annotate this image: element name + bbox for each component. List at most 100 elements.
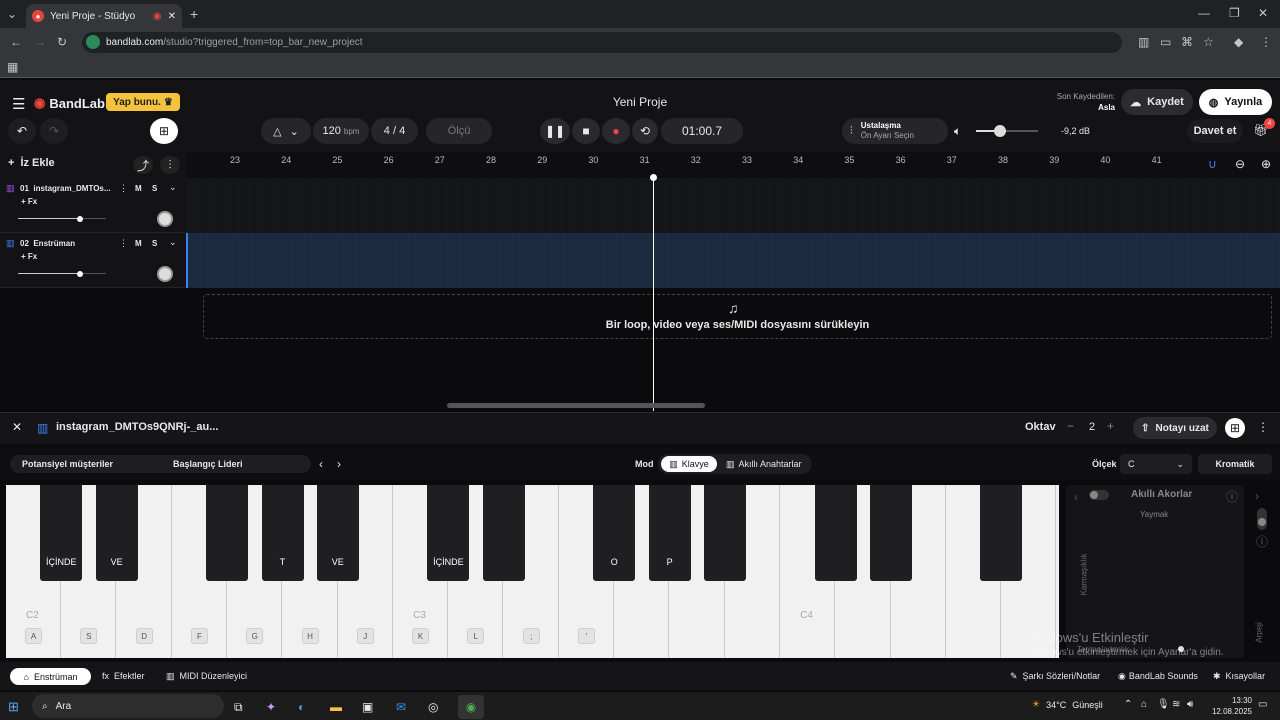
address-bar[interactable]: bandlab.com/studio?triggered_from=top_ba… — [82, 32, 1122, 53]
piano-black-key[interactable]: P — [648, 485, 691, 581]
editor-more-icon[interactable]: ⋮ — [1257, 420, 1269, 434]
minimize-icon[interactable]: — — [1198, 6, 1210, 20]
track-name[interactable]: 01 instagram_DMTOs... — [20, 184, 111, 193]
info-icon[interactable]: ⓘ — [1226, 488, 1238, 505]
arpeggio-toggle[interactable] — [1257, 508, 1267, 530]
windows-start-icon[interactable]: ⊞ — [8, 699, 19, 715]
stop-icon[interactable]: ■ — [572, 118, 600, 144]
preset-next-icon[interactable]: › — [337, 457, 341, 471]
fx-button[interactable]: + Fx — [21, 197, 37, 206]
taskbar-search[interactable]: ⌕ Ara — [32, 694, 224, 718]
volume-tray-icon[interactable]: 🔊︎ — [1187, 699, 1193, 710]
apps-grid-icon[interactable]: ▦ — [7, 60, 18, 74]
restore-icon[interactable]: ❐ — [1229, 6, 1240, 20]
track-name[interactable]: 02 Enstrüman — [20, 239, 75, 248]
volume-slider[interactable] — [976, 130, 1038, 132]
track-menu-icon[interactable]: ⋮ — [119, 183, 128, 194]
invite-button[interactable]: Davet et — [1187, 119, 1243, 143]
bpm-field[interactable]: 120 bpm — [313, 118, 369, 144]
piano-black-key[interactable]: VE — [316, 485, 359, 581]
track-menu-icon[interactable]: ⋮ — [119, 238, 128, 249]
fx-button[interactable]: + Fx — [21, 252, 37, 261]
scale-key-select[interactable]: C ⌄ — [1120, 454, 1192, 474]
app-icon[interactable]: ◎ — [428, 700, 438, 714]
piano-black-key[interactable] — [206, 485, 249, 581]
piano-black-key[interactable]: İÇİNDE — [40, 485, 83, 581]
mute-button[interactable]: M — [135, 184, 142, 193]
mixer-icon[interactable]: ⫶ — [160, 156, 180, 174]
playhead[interactable] — [653, 176, 654, 411]
piano-black-key[interactable]: VE — [95, 485, 138, 581]
arpeggio-next-icon[interactable]: › — [1255, 489, 1259, 503]
piano-black-key[interactable] — [869, 485, 912, 581]
chevron-down-icon[interactable]: ⌄ — [169, 237, 177, 248]
track-header[interactable]: ▥ 01 instagram_DMTOs... ⋮ M S ⌄ + Fx — [0, 178, 186, 233]
solo-button[interactable]: S — [152, 239, 157, 248]
tab-effects[interactable]: fx Efektler — [102, 671, 145, 681]
hamburger-menu-icon[interactable]: ☰ — [12, 95, 25, 113]
track-volume-knob[interactable] — [76, 271, 83, 277]
volume-knob[interactable] — [993, 125, 1006, 137]
piano-black-key[interactable] — [980, 485, 1023, 581]
track-lane-1[interactable] — [186, 178, 1280, 233]
edge-icon[interactable]: ◐ — [298, 700, 305, 714]
microphone-icon[interactable]: 🎙︎ — [1157, 699, 1170, 710]
redo-icon[interactable]: ↷ — [40, 118, 68, 144]
weather-widget[interactable]: ☀ 34°C Güneşli — [1032, 699, 1103, 710]
piano-black-key[interactable]: T — [261, 485, 304, 581]
promo-button[interactable]: Yap bunu. ♛ — [106, 93, 180, 111]
timeline-ruler[interactable] — [186, 152, 1280, 178]
piano-black-key[interactable] — [703, 485, 746, 581]
chrome-icon[interactable]: ◉ — [458, 695, 484, 719]
chords-back-icon[interactable]: ‹ — [1074, 490, 1078, 504]
window-close-icon[interactable]: ✕ — [1258, 6, 1268, 20]
metronome-button[interactable]: △ ⌄ — [261, 118, 311, 144]
sustain-button[interactable]: ⇧ Notayı uzat — [1133, 417, 1217, 439]
pause-icon[interactable]: ❚❚ — [540, 118, 570, 144]
wifi-icon[interactable]: ≋ — [1172, 699, 1180, 710]
bandlab-sounds-button[interactable]: ◉ BandLab Sounds — [1118, 671, 1198, 682]
zoom-out-icon[interactable]: ⊖ — [1235, 157, 1245, 171]
pan-knob[interactable] — [157, 211, 173, 227]
new-tab-icon[interactable]: + — [190, 6, 198, 22]
loop-icon[interactable]: ⟲ — [632, 118, 658, 144]
outlook-icon[interactable]: ✉ — [396, 700, 406, 714]
copilot-icon[interactable]: ✦ — [266, 700, 276, 714]
snap-magnet-icon[interactable]: ∪ — [1208, 157, 1217, 171]
piano-black-key[interactable] — [482, 485, 525, 581]
tray-chevron-icon[interactable]: ⌃ — [1124, 699, 1132, 710]
reader-icon[interactable]: ▥ — [1138, 35, 1149, 49]
file-explorer-icon[interactable]: ▬ — [330, 700, 342, 714]
preset-prev-icon[interactable]: ‹ — [319, 457, 323, 471]
translate-icon[interactable]: ⌘ — [1181, 35, 1193, 49]
speaker-icon[interactable]: 🔈︎ — [954, 124, 961, 139]
profile-icon[interactable]: ◆ — [1234, 35, 1243, 49]
menu-kebab-icon[interactable]: ⋮ — [1260, 35, 1272, 49]
record-icon[interactable]: ● — [602, 118, 630, 144]
piano-black-key[interactable] — [814, 485, 857, 581]
tab-close-icon[interactable]: ✕ — [168, 11, 176, 22]
piano-black-key[interactable]: O — [593, 485, 636, 581]
mastering-button[interactable]: ⫶ Ustalaşma Ön Ayarı Seçin — [842, 118, 948, 144]
piano-black-key[interactable]: İÇİNDE — [427, 485, 470, 581]
horizontal-scrollbar[interactable] — [447, 403, 705, 408]
track-volume-knob[interactable] — [76, 216, 83, 222]
close-editor-icon[interactable]: ✕ — [12, 420, 22, 434]
arpeggio-info-icon[interactable]: ⓘ — [1256, 533, 1268, 550]
mode-keyboard-button[interactable]: ▥ Klavye — [661, 456, 717, 472]
layout-toggle-icon[interactable]: ⊞ — [1225, 418, 1245, 438]
lyrics-notes-button[interactable]: ✎ Şarkı Sözleri/Notlar — [1010, 671, 1100, 682]
smart-panel-icon[interactable]: ⊞ — [150, 118, 178, 144]
track-volume-slider[interactable] — [18, 273, 106, 274]
network-icon[interactable]: ⌂ — [1141, 699, 1147, 710]
project-title[interactable]: Yeni Proje — [560, 95, 720, 109]
shortcuts-button[interactable]: ✱ Kısayollar — [1213, 671, 1265, 682]
octave-minus-icon[interactable]: − — [1067, 419, 1074, 433]
time-signature-field[interactable]: 4 / 4 — [371, 118, 418, 144]
save-button[interactable]: ☁ Kaydet — [1121, 89, 1193, 115]
playhead-handle[interactable] — [650, 174, 657, 181]
mute-button[interactable]: M — [135, 239, 142, 248]
tab-search-icon[interactable]: ⌄ — [7, 7, 17, 21]
tab-instrument[interactable]: ⌂ Enstrüman — [10, 668, 91, 685]
chevron-down-icon[interactable]: ⌄ — [169, 182, 177, 193]
